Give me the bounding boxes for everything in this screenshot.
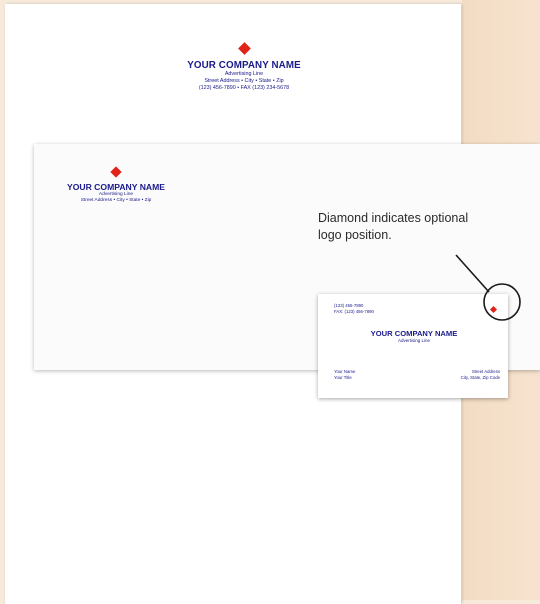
business-card-title: Your Title <box>334 374 352 380</box>
diamond-logo-icon <box>237 42 251 55</box>
letterhead-advertising-line: Advertising Line <box>224 71 264 77</box>
business-card-company-name: YOUR COMPANY NAME <box>370 329 458 338</box>
business-card-address: Street Address City, State, Zip Code <box>461 369 500 381</box>
envelope-return-address: YOUR COMPANY NAME Advertising Line Stree… <box>60 166 172 204</box>
business-card-header: YOUR COMPANY NAME Advertising Line <box>352 329 476 344</box>
callout-line-1: Diamond indicates optional <box>318 211 469 225</box>
diamond-logo-icon <box>489 305 498 314</box>
letterhead-address: Street Address • City • State • Zip <box>204 78 284 84</box>
business-card-name: Your Name <box>334 369 356 374</box>
envelope-address: Street Address • City • State • Zip <box>80 198 152 203</box>
diamond-logo-icon <box>110 166 122 178</box>
business-card-person: Your Name Your Title <box>334 369 355 381</box>
callout-text: Diamond indicates optional logo position… <box>318 210 533 244</box>
letterhead-company-name: YOUR COMPANY NAME <box>187 60 301 71</box>
business-card-contact: (123) 456-7890 FAX: (123) 456-7890 <box>334 303 374 314</box>
callout-line-2: logo position. <box>318 228 392 242</box>
business-card-advertising-line: Advertising Line <box>397 338 431 343</box>
business-card-fax: FAX: (123) 456-7890 <box>334 308 374 314</box>
business-card: (123) 456-7890 FAX: (123) 456-7890 YOUR … <box>318 294 508 398</box>
letterhead-header: YOUR COMPANY NAME Advertising Line Stree… <box>170 42 318 92</box>
envelope-company-name: YOUR COMPANY NAME <box>66 182 166 192</box>
letterhead-phone-fax: (123) 456-7890 • FAX (123) 234-5678 <box>198 85 290 91</box>
business-card-city-state-zip: City, State, Zip Code <box>460 374 500 380</box>
